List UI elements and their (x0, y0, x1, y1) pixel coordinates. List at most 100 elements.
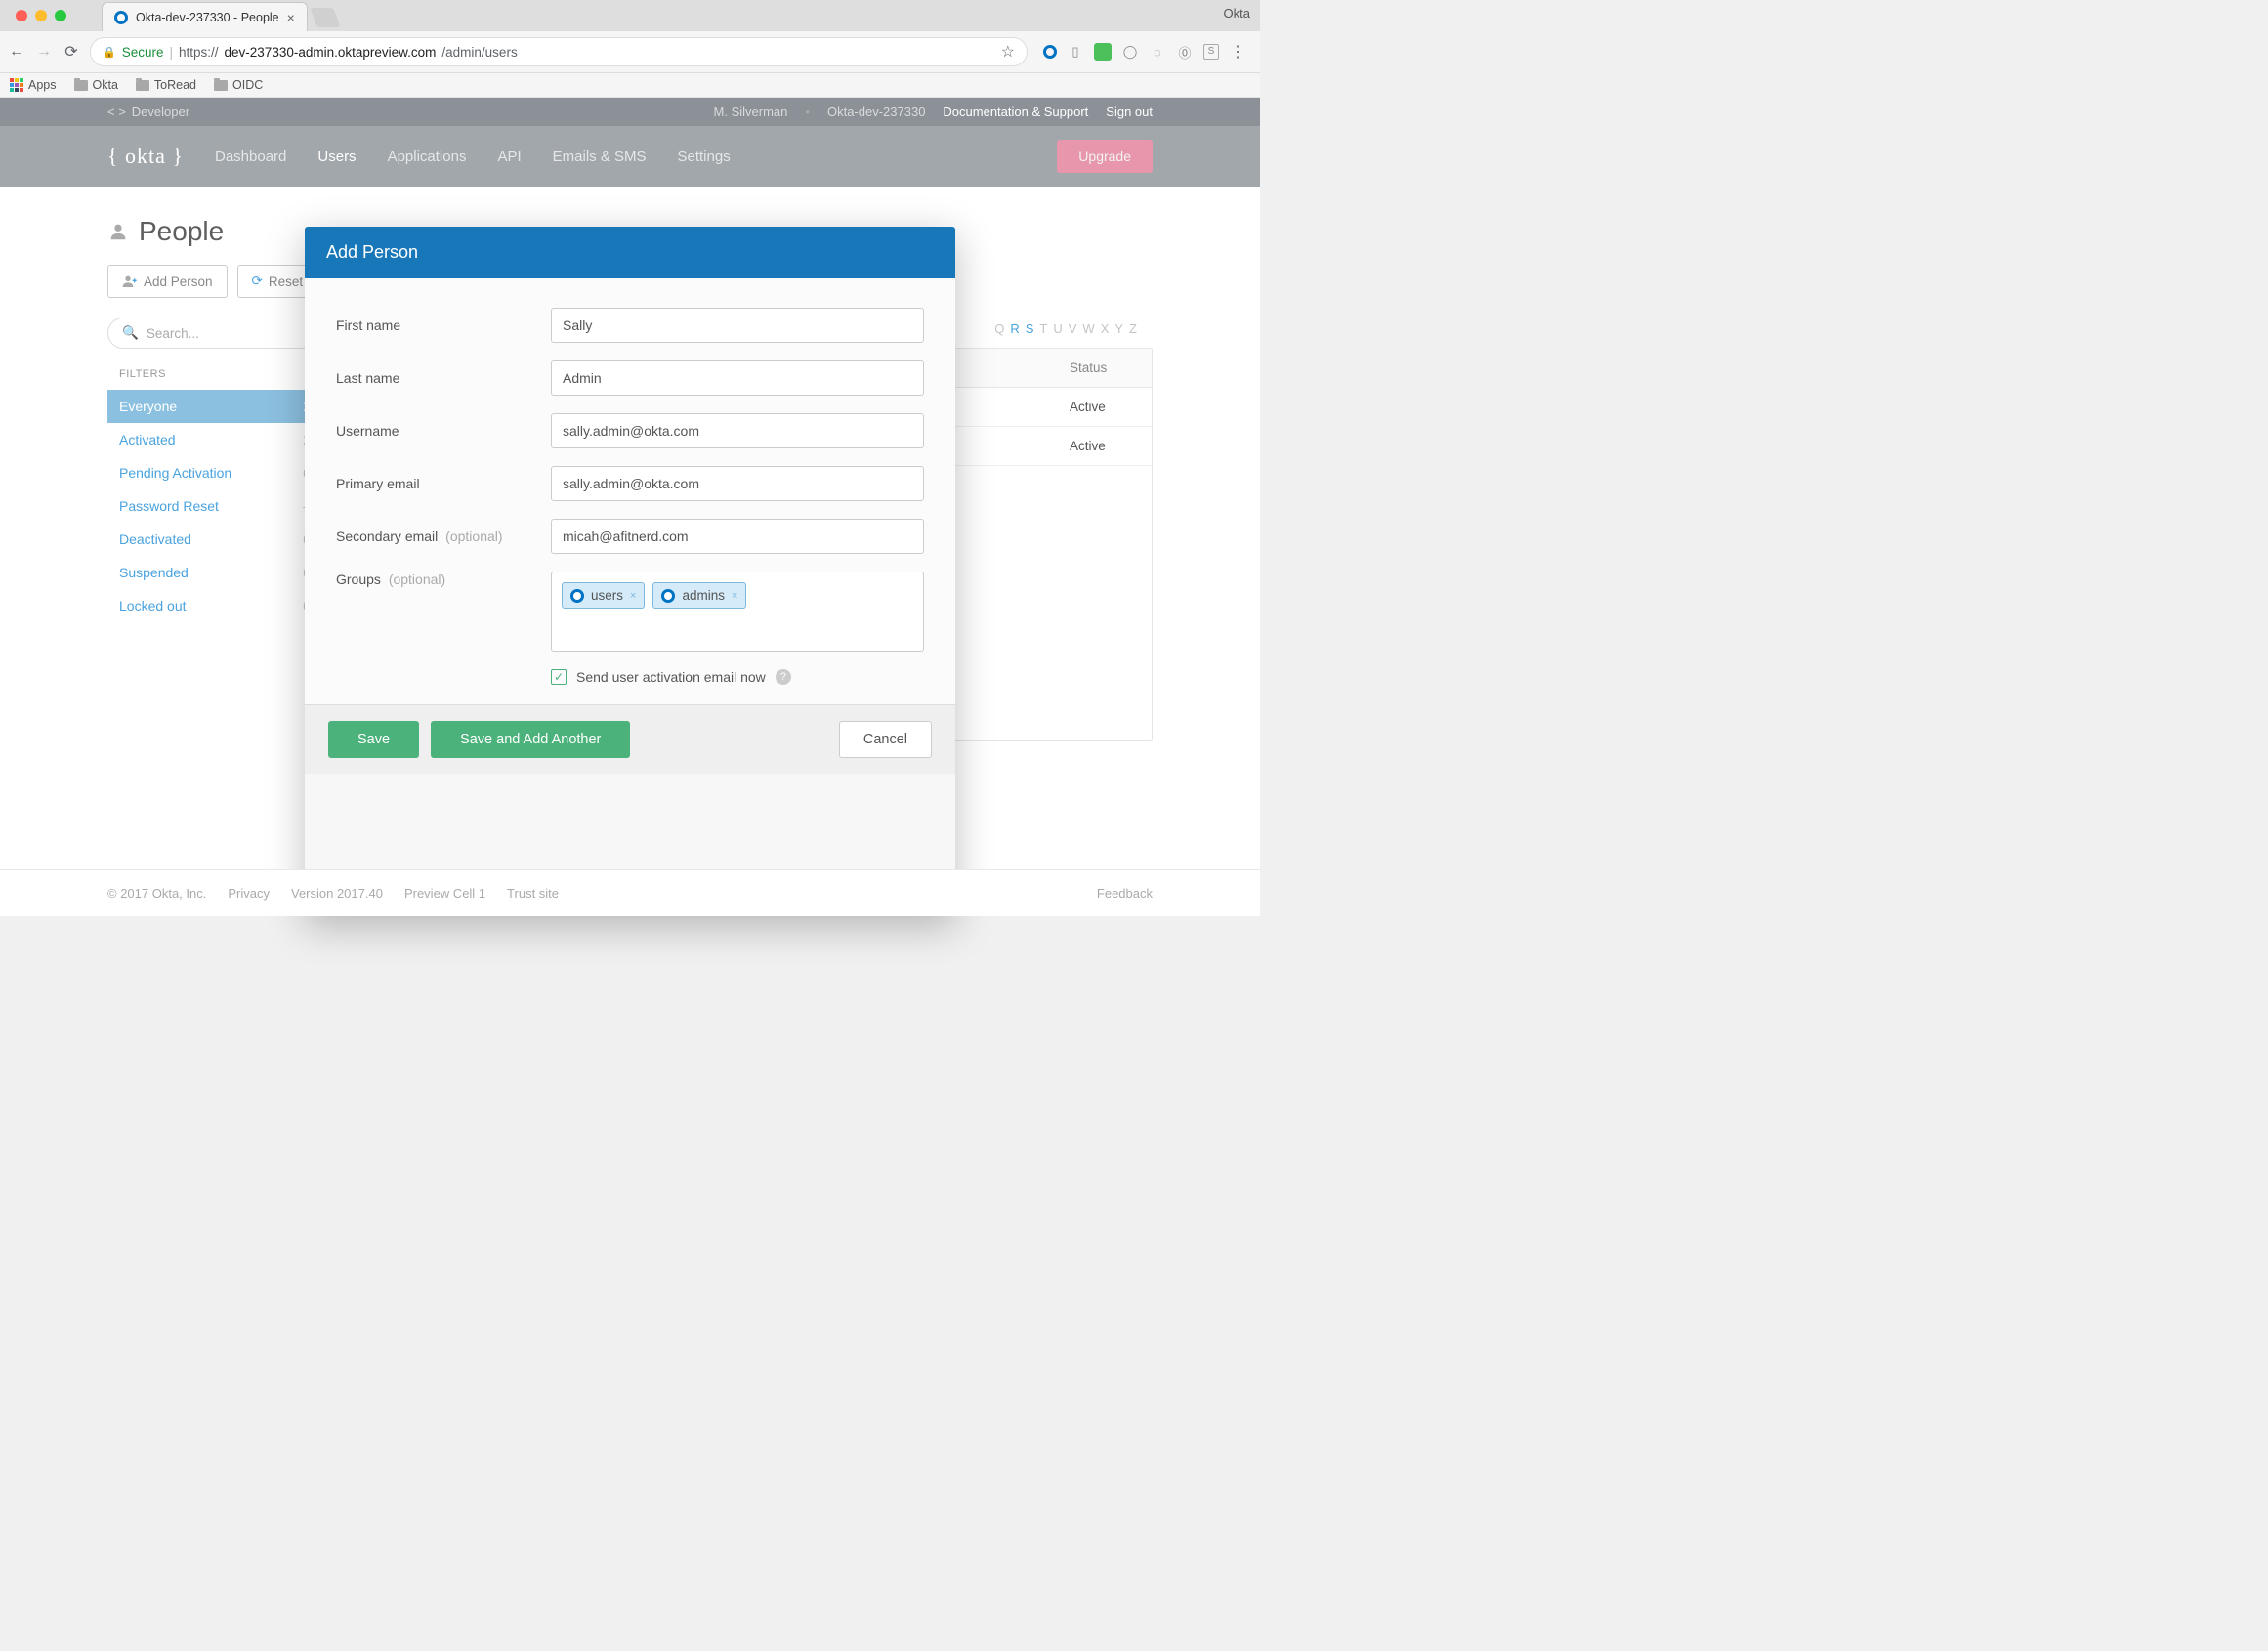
okta-topbar: < > Developer M. Silverman • Okta-dev-23… (0, 98, 1260, 126)
filter-everyone[interactable]: Everyone2 (107, 390, 322, 423)
code-icon: < > (107, 105, 126, 119)
upgrade-button[interactable]: Upgrade (1057, 140, 1153, 173)
alpha-letter[interactable]: X (1101, 321, 1115, 336)
group-chip-users[interactable]: users × (562, 582, 645, 609)
last-name-input[interactable] (551, 360, 924, 396)
username-label: Username (336, 423, 551, 439)
back-button[interactable]: ← (8, 43, 25, 61)
nav-dashboard[interactable]: Dashboard (215, 148, 286, 165)
url-host: dev-237330-admin.oktapreview.com (225, 45, 437, 60)
save-add-another-button[interactable]: Save and Add Another (431, 721, 630, 758)
nav-users[interactable]: Users (317, 148, 356, 165)
tab-close-icon[interactable]: × (287, 10, 295, 25)
alpha-letter[interactable]: R (1010, 321, 1025, 336)
trust-link[interactable]: Trust site (507, 886, 559, 901)
alpha-letter[interactable]: Z (1129, 321, 1143, 336)
chip-remove-icon[interactable]: × (630, 590, 636, 602)
window-controls (10, 10, 72, 31)
alpha-letter[interactable]: W (1082, 321, 1100, 336)
extension-icon[interactable]: ◯ (1121, 43, 1139, 61)
signout-link[interactable]: Sign out (1106, 105, 1153, 119)
nav-applications[interactable]: Applications (388, 148, 467, 165)
browser-chrome: Okta-dev-237330 - People × Okta ← → ⟳ 🔒 … (0, 0, 1260, 98)
status-cell: Active (1054, 427, 1152, 465)
cell-label: Preview Cell 1 (404, 886, 485, 901)
extension-icons: ▯ ◯ ◌ ⓪ S ⋮ (1037, 42, 1252, 62)
bookmark-folder[interactable]: Okta (74, 78, 118, 92)
filter-password-reset[interactable]: Password Reset– (107, 489, 322, 523)
nav-emails-sms[interactable]: Emails & SMS (553, 148, 647, 165)
save-button[interactable]: Save (328, 721, 419, 758)
url-input[interactable]: 🔒 Secure | https://dev-237330-admin.okta… (90, 37, 1028, 66)
okta-extension-icon[interactable] (1043, 45, 1057, 59)
username-input[interactable] (551, 413, 924, 448)
add-person-button[interactable]: Add Person (107, 265, 228, 298)
secure-label: Secure (122, 45, 164, 60)
filter-pending[interactable]: Pending Activation0 (107, 456, 322, 489)
filter-locked-out[interactable]: Locked out0 (107, 589, 322, 622)
privacy-link[interactable]: Privacy (228, 886, 270, 901)
alpha-letter[interactable]: S (1026, 321, 1040, 336)
bookmark-folder[interactable]: OIDC (214, 78, 263, 92)
help-icon[interactable]: ? (776, 669, 791, 685)
person-icon (107, 221, 129, 242)
status-cell: Active (1054, 388, 1152, 426)
first-name-label: First name (336, 318, 551, 333)
alpha-letter[interactable]: U (1053, 321, 1068, 336)
groups-label: Groups (optional) (336, 572, 551, 587)
apps-button[interactable]: Apps (10, 78, 57, 92)
reload-button[interactable]: ⟳ (63, 42, 80, 62)
extension-icon[interactable]: ▯ (1067, 43, 1084, 61)
alpha-letter[interactable]: T (1039, 321, 1053, 336)
refresh-icon: ⟳ (252, 274, 263, 289)
extension-icon[interactable]: ⓪ (1176, 43, 1194, 61)
group-chip-admins[interactable]: admins × (652, 582, 746, 609)
address-bar: ← → ⟳ 🔒 Secure | https://dev-237330-admi… (0, 31, 1260, 73)
developer-link[interactable]: < > Developer (107, 105, 189, 119)
alpha-letter[interactable]: Q (994, 321, 1010, 336)
url-path: /admin/users (441, 45, 517, 60)
topbar-user[interactable]: M. Silverman (714, 105, 788, 119)
extension-icon[interactable]: S (1203, 44, 1219, 60)
folder-icon (74, 80, 88, 91)
window-maximize-button[interactable] (55, 10, 66, 21)
filters-heading: FILTERS (107, 368, 322, 390)
groups-input[interactable]: users × admins × (551, 572, 924, 652)
activation-checkbox[interactable]: ✓ (551, 669, 567, 685)
okta-icon (570, 589, 584, 603)
topbar-org[interactable]: Okta-dev-237330 (827, 105, 925, 119)
folder-icon (136, 80, 149, 91)
search-input[interactable]: 🔍 Search... (107, 318, 322, 349)
okta-favicon-icon (114, 11, 128, 24)
filter-suspended[interactable]: Suspended0 (107, 556, 322, 589)
nav-api[interactable]: API (497, 148, 521, 165)
secondary-email-input[interactable] (551, 519, 924, 554)
folder-icon (214, 80, 228, 91)
apps-grid-icon (10, 78, 23, 92)
feedback-link[interactable]: Feedback (1097, 886, 1153, 901)
copyright: © 2017 Okta, Inc. (107, 886, 206, 901)
new-tab-button[interactable] (310, 8, 340, 27)
first-name-input[interactable] (551, 308, 924, 343)
alpha-letter[interactable]: V (1069, 321, 1083, 336)
activation-checkbox-row: ✓ Send user activation email now ? (551, 669, 924, 685)
primary-email-input[interactable] (551, 466, 924, 501)
filter-deactivated[interactable]: Deactivated0 (107, 523, 322, 556)
window-close-button[interactable] (16, 10, 27, 21)
sidebar: 🔍 Search... FILTERS Everyone2 Activated2… (107, 318, 322, 741)
okta-logo[interactable]: { okta } (107, 144, 184, 169)
chrome-menu-icon[interactable]: ⋮ (1229, 42, 1246, 62)
forward-button[interactable]: → (35, 43, 53, 61)
extension-icon[interactable]: ◌ (1149, 43, 1166, 61)
bookmark-folder[interactable]: ToRead (136, 78, 196, 92)
bookmark-star-icon[interactable]: ☆ (1001, 42, 1015, 62)
browser-tab[interactable]: Okta-dev-237330 - People × (102, 2, 308, 31)
filter-activated[interactable]: Activated2 (107, 423, 322, 456)
nav-settings[interactable]: Settings (678, 148, 731, 165)
extension-icon[interactable] (1094, 43, 1112, 61)
window-minimize-button[interactable] (35, 10, 47, 21)
docs-link[interactable]: Documentation & Support (943, 105, 1088, 119)
alpha-letter[interactable]: Y (1114, 321, 1129, 336)
cancel-button[interactable]: Cancel (839, 721, 932, 758)
chip-remove-icon[interactable]: × (732, 590, 737, 602)
